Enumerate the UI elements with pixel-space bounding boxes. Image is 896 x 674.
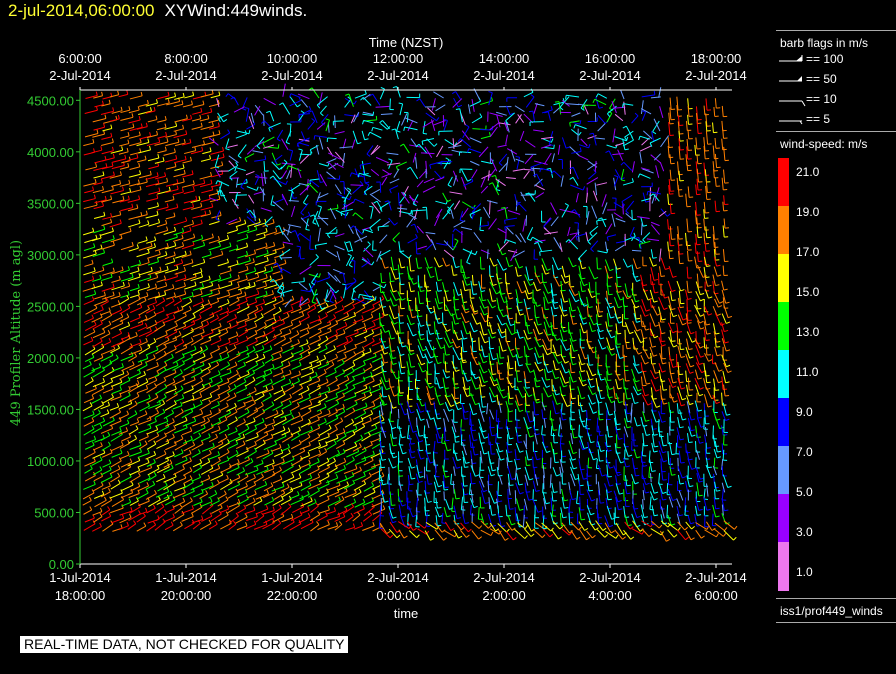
bottom-tick-label: 0:00:00 xyxy=(376,588,419,603)
bottom-tick-label: 4:00:00 xyxy=(588,588,631,603)
colorbar-label: 1.0 xyxy=(796,565,813,579)
y-tick-label: 500.00 xyxy=(34,505,74,520)
bottom-tick-label: 1-Jul-2014 xyxy=(49,570,110,585)
top-tick-label: 2-Jul-2014 xyxy=(155,68,216,83)
top-tick-label: 12:00:00 xyxy=(373,51,424,66)
y-tick-label: 4000.00 xyxy=(27,145,74,160)
colorbar-segment xyxy=(778,158,789,207)
top-tick-label: 2-Jul-2014 xyxy=(579,68,640,83)
y-tick-label: 3500.00 xyxy=(27,196,74,211)
bottom-tick-label: 1-Jul-2014 xyxy=(155,570,216,585)
colorbar-label: 3.0 xyxy=(796,525,813,539)
wind-barb-plot: 6:00:00 2-Jul-2014 8:00:00 2-Jul-2014 10:00:… xyxy=(9,35,747,621)
colorbar-label: 15.0 xyxy=(796,285,820,299)
y-tick-label: 4500.00 xyxy=(27,93,74,108)
colorbar-label: 7.0 xyxy=(796,445,813,459)
plot-axes xyxy=(79,89,732,565)
top-tick-label: 2-Jul-2014 xyxy=(261,68,322,83)
top-tick-label: 2-Jul-2014 xyxy=(49,68,110,83)
y-tick-label: 1000.00 xyxy=(27,454,74,469)
y-tick-label: 2000.00 xyxy=(27,351,74,366)
top-tick-label: 8:00:00 xyxy=(164,51,207,66)
colorbar-segment xyxy=(778,254,789,303)
top-tick-label: 16:00:00 xyxy=(585,51,636,66)
bottom-tick-label: 22:00:00 xyxy=(267,588,318,603)
colorbar-segment xyxy=(778,494,789,543)
legend-divider xyxy=(776,622,896,623)
colorbar-label: 21.0 xyxy=(796,165,820,179)
barb-5-icon xyxy=(779,120,803,125)
barb-50-icon xyxy=(779,76,802,82)
barb-legend-10-label: == 10 xyxy=(806,92,837,106)
bottom-tick-label: 1-Jul-2014 xyxy=(261,570,322,585)
colorbar-label: 5.0 xyxy=(796,485,813,499)
colorbar-label: 9.0 xyxy=(796,405,813,419)
barb-field xyxy=(82,83,738,542)
barb-legend-50: == 50 xyxy=(778,72,888,88)
quality-warning: REAL-TIME DATA, NOT CHECKED FOR QUALITY xyxy=(20,636,349,653)
legend-divider xyxy=(776,131,896,132)
colorbar-segment xyxy=(778,398,789,447)
top-tick-label: 6:00:00 xyxy=(58,51,101,66)
colorbar-label: 11.0 xyxy=(796,365,819,379)
colorbar-segment xyxy=(778,542,789,591)
top-tick-label: 2-Jul-2014 xyxy=(367,68,428,83)
x-axis-title: time xyxy=(394,606,419,621)
legend-panel: barb flags in m/s == 100 == 50 == 10 == … xyxy=(776,30,896,624)
barb-legend-title: barb flags in m/s xyxy=(780,36,869,50)
y-tick-label: 1500.00 xyxy=(27,402,74,417)
colorbar-label: 19.0 xyxy=(796,205,820,219)
colorbar-label: 13.0 xyxy=(796,325,820,339)
colorbar-segment xyxy=(778,206,789,255)
bottom-tick-label: 6:00:00 xyxy=(694,588,737,603)
top-tick-label: 10:00:00 xyxy=(267,51,318,66)
top-tick-label: 2-Jul-2014 xyxy=(685,68,746,83)
top-tick-label: 2-Jul-2014 xyxy=(473,68,534,83)
barb-10-icon xyxy=(779,100,806,107)
legend-divider xyxy=(776,30,896,31)
barb-legend-100: == 100 xyxy=(778,52,888,68)
top-axis-title: Time (NZST) xyxy=(369,35,444,50)
bottom-tick-label: 2:00:00 xyxy=(482,588,525,603)
colorbar-segment xyxy=(778,302,789,351)
y-tick-label: 0.00 xyxy=(49,557,74,572)
bottom-tick-label: 18:00:00 xyxy=(55,588,106,603)
top-tick-label: 18:00:00 xyxy=(691,51,742,66)
barb-legend-100-label: == 100 xyxy=(806,52,844,66)
data-source-label: iss1/prof449_winds xyxy=(780,604,883,618)
barb-legend-10: == 10 xyxy=(778,92,888,108)
barb-100-icon xyxy=(779,55,803,62)
bottom-tick-label: 2-Jul-2014 xyxy=(473,570,534,585)
y-tick-label: 2500.00 xyxy=(27,299,74,314)
y-axis-title: 449 Profiler Altitude (m agl) xyxy=(9,240,24,426)
bottom-tick-label: 20:00:00 xyxy=(161,588,212,603)
bottom-tick-label: 2-Jul-2014 xyxy=(579,570,640,585)
colorbar-segment xyxy=(778,350,789,399)
speed-legend-title: wind-speed: m/s xyxy=(780,137,868,151)
y-tick-label: 3000.00 xyxy=(27,248,74,263)
top-tick-label: 14:00:00 xyxy=(479,51,530,66)
bottom-tick-label: 2-Jul-2014 xyxy=(685,570,746,585)
barb-legend-50-label: == 50 xyxy=(806,72,837,86)
barb-legend-5-label: == 5 xyxy=(806,112,831,126)
bottom-tick-label: 2-Jul-2014 xyxy=(367,570,428,585)
barb-legend-5: == 5 xyxy=(778,112,888,128)
colorbar-segment xyxy=(778,446,789,495)
colorbar-label: 17.0 xyxy=(796,245,820,259)
legend-divider xyxy=(776,598,896,599)
